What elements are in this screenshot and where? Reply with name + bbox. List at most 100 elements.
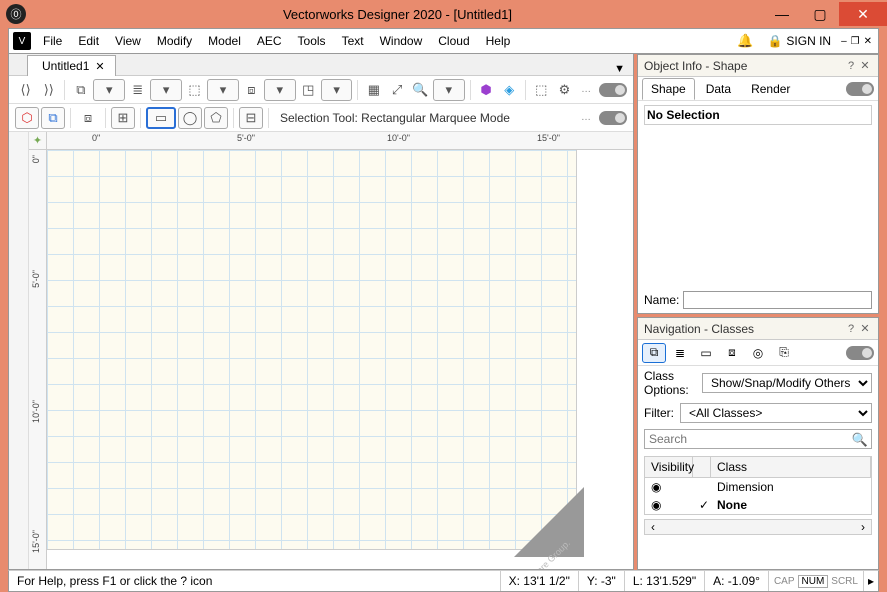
- mode-rect-marquee-icon[interactable]: ▭: [146, 107, 176, 129]
- mode-lasso-icon[interactable]: ⧈: [76, 107, 100, 129]
- maximize-button[interactable]: ▢: [801, 2, 839, 26]
- classes-dropdown[interactable]: ▾: [93, 79, 125, 101]
- class-row[interactable]: ◉ Dimension: [645, 478, 871, 496]
- status-angle[interactable]: A: -1.09°: [705, 571, 769, 591]
- horizontal-ruler[interactable]: 0" 5'-0" 10'-0" 15'-0": [47, 132, 633, 150]
- search-icon[interactable]: 🔍: [852, 432, 868, 448]
- minimize-button[interactable]: —: [763, 2, 801, 26]
- nav-tab-saved-views-icon[interactable]: ◎: [746, 343, 770, 363]
- navigation-panel: Navigation - Classes ? ✕ ⧉ ≣ ▭ ⧈ ◎ ⎘ Cla…: [637, 317, 879, 570]
- bell-icon[interactable]: 🔔: [731, 33, 759, 49]
- nav-tab-viewports-icon[interactable]: ⧈: [720, 343, 744, 363]
- header-class[interactable]: Class: [711, 457, 871, 477]
- tool-palette[interactable]: [9, 132, 29, 569]
- saved-views-dropdown[interactable]: ▾: [264, 79, 296, 101]
- layers-icon[interactable]: ≣: [127, 79, 148, 101]
- visibility-visible-icon[interactable]: ◉: [651, 480, 675, 494]
- modebar-toggle[interactable]: [599, 111, 627, 125]
- nav-back-icon[interactable]: ⟨⟩: [15, 79, 36, 101]
- tab-shape[interactable]: Shape: [642, 78, 695, 100]
- close-button[interactable]: ✕: [839, 2, 887, 26]
- modebar-overflow-icon[interactable]: …: [577, 112, 595, 123]
- tab-render[interactable]: Render: [742, 78, 799, 100]
- filter-select[interactable]: <All Classes>: [680, 403, 872, 423]
- nav-tab-design-layers-icon[interactable]: ≣: [668, 343, 692, 363]
- ruler-origin-icon[interactable]: ✦: [29, 132, 47, 150]
- class-row[interactable]: ◉ ✓ None: [645, 496, 871, 514]
- zoom-dropdown[interactable]: ▾: [433, 79, 465, 101]
- menu-modify[interactable]: Modify: [149, 31, 200, 51]
- scroll-right-icon[interactable]: ›: [855, 520, 871, 534]
- status-y[interactable]: Y: -3": [579, 571, 625, 591]
- class-options-select[interactable]: Show/Snap/Modify Others: [702, 373, 872, 393]
- drawing-canvas[interactable]: ✦ 0" 5'-0" 10'-0" 15'-0" 0" 5'-0" 10'-0"…: [29, 132, 633, 569]
- nav-close-icon[interactable]: ✕: [858, 322, 872, 335]
- scroll-left-icon[interactable]: ‹: [645, 520, 661, 534]
- walkthrough-icon[interactable]: ◈: [499, 79, 520, 101]
- menu-help[interactable]: Help: [478, 31, 519, 51]
- nav-tab-classes-icon[interactable]: ⧉: [642, 343, 666, 363]
- menu-window[interactable]: Window: [372, 31, 431, 51]
- render-mode-icon[interactable]: ◳: [298, 79, 319, 101]
- mode-wall-icon[interactable]: ⊟: [239, 107, 263, 129]
- nav-fwd-icon[interactable]: ⟩⟩: [38, 79, 59, 101]
- settings-icon[interactable]: ⚙: [554, 79, 575, 101]
- menu-cloud[interactable]: Cloud: [430, 31, 477, 51]
- class-search-input[interactable]: [644, 429, 872, 449]
- menu-model[interactable]: Model: [200, 31, 249, 51]
- panel-close-icon[interactable]: ✕: [858, 59, 872, 72]
- classes-icon[interactable]: ⧉: [70, 79, 91, 101]
- navigation-title: Navigation - Classes: [644, 322, 844, 336]
- nav-tab-sheet-layers-icon[interactable]: ▭: [694, 343, 718, 363]
- mdi-restore-icon[interactable]: ❐: [849, 36, 862, 47]
- zoom-icon[interactable]: 🔍: [410, 79, 431, 101]
- document-tab[interactable]: Untitled1 ✕: [27, 55, 116, 76]
- menu-view[interactable]: View: [107, 31, 149, 51]
- header-visibility[interactable]: Visibility: [645, 457, 693, 477]
- saved-views-icon[interactable]: ⧈: [241, 79, 262, 101]
- menu-file[interactable]: File: [35, 31, 70, 51]
- toolbar-overflow-icon[interactable]: …: [577, 84, 595, 95]
- panel-help-icon[interactable]: ?: [844, 60, 858, 72]
- drawing-grid[interactable]: AppNee Freeware Group.: [47, 150, 577, 550]
- unified-view-icon[interactable]: ⬚: [531, 79, 552, 101]
- menu-edit[interactable]: Edit: [70, 31, 107, 51]
- sign-in-button[interactable]: 🔒 SIGN IN: [759, 34, 839, 48]
- status-x[interactable]: X: 13'1 1/2": [501, 571, 579, 591]
- status-expand-icon[interactable]: ▸: [864, 571, 878, 591]
- flyover-icon[interactable]: ⬢: [475, 79, 496, 101]
- object-info-toggle[interactable]: [846, 82, 874, 96]
- visibility-visible-icon[interactable]: ◉: [651, 498, 675, 512]
- object-info-title: Object Info - Shape: [644, 59, 844, 73]
- ruler-v-tick: 5'-0": [31, 270, 41, 288]
- tab-data[interactable]: Data: [697, 78, 740, 100]
- mode-cancel-icon[interactable]: ⬡: [15, 107, 39, 129]
- toolbar-toggle[interactable]: [599, 83, 627, 97]
- vertical-ruler[interactable]: 0" 5'-0" 10'-0" 15'-0": [29, 150, 47, 569]
- nav-tab-references-icon[interactable]: ⎘: [772, 343, 796, 363]
- mdi-minimize-icon[interactable]: –: [839, 36, 849, 47]
- projection-icon[interactable]: ▦: [363, 79, 384, 101]
- nav-help-icon[interactable]: ?: [844, 323, 858, 335]
- views-icon[interactable]: ⤢: [387, 79, 408, 101]
- mode-select-icon[interactable]: ⧉: [41, 107, 65, 129]
- render-mode-dropdown[interactable]: ▾: [321, 79, 353, 101]
- mode-ellipse-marquee-icon[interactable]: ◯: [178, 107, 202, 129]
- menu-aec[interactable]: AEC: [249, 31, 290, 51]
- mode-group-icon[interactable]: ⊞: [111, 107, 135, 129]
- plane-dropdown[interactable]: ▾: [207, 79, 239, 101]
- plane-icon[interactable]: ⬚: [184, 79, 205, 101]
- menu-text[interactable]: Text: [334, 31, 372, 51]
- nav-toggle[interactable]: [846, 346, 874, 360]
- menu-tools[interactable]: Tools: [290, 31, 334, 51]
- mode-poly-marquee-icon[interactable]: ⬠: [204, 107, 228, 129]
- class-horizontal-scrollbar[interactable]: ‹ ›: [644, 519, 872, 535]
- document-tab-close-icon[interactable]: ✕: [95, 60, 104, 73]
- layers-dropdown[interactable]: ▾: [150, 79, 182, 101]
- class-active-check[interactable]: ✓: [699, 498, 717, 512]
- mdi-close-icon[interactable]: ✕: [862, 36, 874, 47]
- header-active[interactable]: [693, 457, 711, 477]
- document-tab-dropdown-icon[interactable]: ▼: [606, 63, 633, 75]
- status-length[interactable]: L: 13'1.529": [625, 571, 705, 591]
- object-name-input[interactable]: [683, 291, 872, 309]
